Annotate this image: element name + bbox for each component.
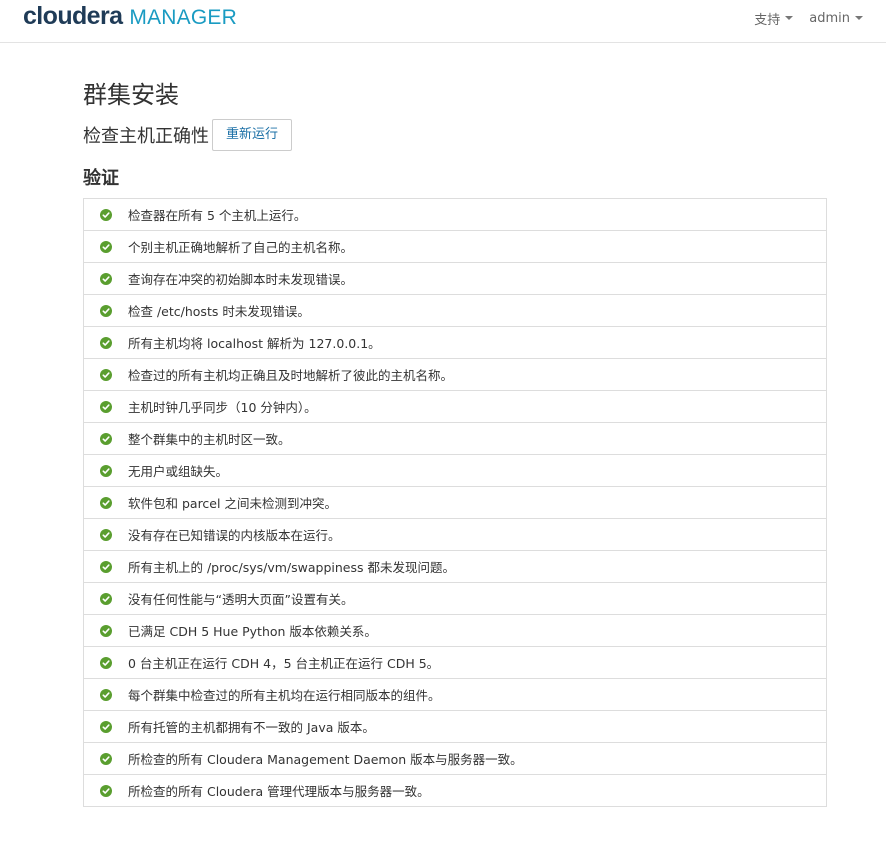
- validation-item-text: 所有托管的主机都拥有不一致的 Java 版本。: [128, 720, 375, 735]
- validation-item-text: 整个群集中的主机时区一致。: [128, 432, 291, 447]
- support-menu-label: 支持: [754, 12, 781, 28]
- logo-product-name: MANAGER: [129, 6, 237, 29]
- validation-item-text: 所检查的所有 Cloudera 管理代理版本与服务器一致。: [128, 784, 430, 799]
- validation-item-text: 所检查的所有 Cloudera Management Daemon 版本与服务器…: [128, 752, 523, 767]
- cloudera-manager-logo[interactable]: cloudera MANAGER: [23, 2, 237, 36]
- chevron-down-icon: [785, 16, 794, 20]
- validation-item: 整个群集中的主机时区一致。: [84, 422, 826, 454]
- user-menu-label: admin: [809, 10, 850, 26]
- validation-item: 无用户或组缺失。: [84, 454, 826, 486]
- subtitle-row: 检查主机正确性 重新运行: [83, 118, 827, 151]
- validation-item: 主机时钟几乎同步（10 分钟内）。: [84, 390, 826, 422]
- validation-list: 检查器在所有 5 个主机上运行。个别主机正确地解析了自己的主机名称。 查询存在冲突…: [83, 198, 827, 807]
- validation-item-text: 没有存在已知错误的内核版本在运行。: [128, 528, 341, 543]
- validation-item: 已满足 CDH 5 Hue Python 版本依赖关系。: [84, 614, 826, 646]
- validation-item: 检查过的所有主机均正确且及时地解析了彼此的主机名称。: [84, 358, 826, 390]
- validation-item-text: 主机时钟几乎同步（10 分钟内）。: [128, 400, 317, 415]
- main-content: 群集安装 检查主机正确性 重新运行 验证 检查器在所有 5 个主机上运行。个别主…: [83, 75, 827, 807]
- validation-item: 所有托管的主机都拥有不一致的 Java 版本。: [84, 710, 826, 742]
- validation-item-text: 所有主机上的 /proc/sys/vm/swappiness 都未发现问题。: [128, 560, 455, 575]
- page-title: 群集安装: [83, 81, 179, 109]
- validation-item: 没有任何性能与“透明大页面”设置有关。: [84, 582, 826, 614]
- check-circle-icon: [100, 656, 112, 669]
- validation-item-text: 检查 /etc/hosts 时未发现错误。: [128, 304, 310, 319]
- check-circle-icon: [100, 720, 112, 733]
- check-circle-icon: [100, 496, 112, 509]
- validation-item: 所有主机上的 /proc/sys/vm/swappiness 都未发现问题。: [84, 550, 826, 582]
- top-nav-menu: 支持 admin: [754, 0, 863, 36]
- chevron-down-icon: [855, 16, 863, 20]
- validation-item-text: 已满足 CDH 5 Hue Python 版本依赖关系。: [128, 624, 377, 639]
- validation-item: 所检查的所有 Cloudera Management Daemon 版本与服务器…: [84, 742, 826, 774]
- validation-item-text: 查询存在冲突的初始脚本时未发现错误。: [128, 272, 354, 287]
- top-navbar: cloudera MANAGER 支持 admin: [0, 0, 886, 43]
- check-circle-icon: [100, 400, 112, 413]
- validation-item-text: 所有主机均将 localhost 解析为 127.0.0.1。: [128, 336, 381, 351]
- validation-item-text: 检查器在所有 5 个主机上运行。: [128, 208, 307, 223]
- check-circle-icon: [100, 208, 112, 221]
- check-circle-icon: [100, 464, 112, 477]
- validation-item: 软件包和 parcel 之间未检测到冲突。: [84, 486, 826, 518]
- validation-item: 所有主机均将 localhost 解析为 127.0.0.1。: [84, 326, 826, 358]
- validation-item: 0 台主机正在运行 CDH 4，5 台主机正在运行 CDH 5。: [84, 646, 826, 678]
- check-circle-icon: [100, 272, 112, 285]
- validation-item: 所检查的所有 Cloudera 管理代理版本与服务器一致。: [84, 774, 826, 806]
- check-circle-icon: [100, 784, 112, 797]
- validation-item: 查询存在冲突的初始脚本时未发现错误。: [84, 262, 826, 294]
- validation-item-text: 0 台主机正在运行 CDH 4，5 台主机正在运行 CDH 5。: [128, 656, 440, 671]
- page-subtitle: 检查主机正确性: [83, 125, 209, 147]
- check-circle-icon: [100, 560, 112, 573]
- check-circle-icon: [100, 240, 112, 253]
- logo-wordmark: cloudera: [23, 2, 123, 30]
- validation-item: 个别主机正确地解析了自己的主机名称。: [84, 230, 826, 262]
- check-circle-icon: [100, 752, 112, 765]
- check-circle-icon: [100, 368, 112, 381]
- rerun-button[interactable]: 重新运行: [212, 118, 293, 151]
- check-circle-icon: [100, 304, 112, 317]
- check-circle-icon: [100, 592, 112, 605]
- validation-item: 检查 /etc/hosts 时未发现错误。: [84, 294, 826, 326]
- validation-item-text: 个别主机正确地解析了自己的主机名称。: [128, 240, 354, 255]
- check-circle-icon: [100, 528, 112, 541]
- validation-item-text: 软件包和 parcel 之间未检测到冲突。: [128, 496, 337, 511]
- validation-item-text: 没有任何性能与“透明大页面”设置有关。: [128, 592, 354, 607]
- support-menu[interactable]: 支持: [754, 9, 794, 28]
- check-circle-icon: [100, 432, 112, 445]
- check-circle-icon: [100, 336, 112, 349]
- validation-item-text: 无用户或组缺失。: [128, 464, 229, 479]
- validation-item: 没有存在已知错误的内核版本在运行。: [84, 518, 826, 550]
- check-circle-icon: [100, 688, 112, 701]
- validation-item: 检查器在所有 5 个主机上运行。: [84, 199, 826, 230]
- user-menu[interactable]: admin: [809, 11, 863, 26]
- check-circle-icon: [100, 624, 112, 637]
- section-title: 验证: [83, 168, 119, 189]
- validation-item: 每个群集中检查过的所有主机均在运行相同版本的组件。: [84, 678, 826, 710]
- validation-item-text: 每个群集中检查过的所有主机均在运行相同版本的组件。: [128, 688, 441, 703]
- validation-item-text: 检查过的所有主机均正确且及时地解析了彼此的主机名称。: [128, 368, 454, 383]
